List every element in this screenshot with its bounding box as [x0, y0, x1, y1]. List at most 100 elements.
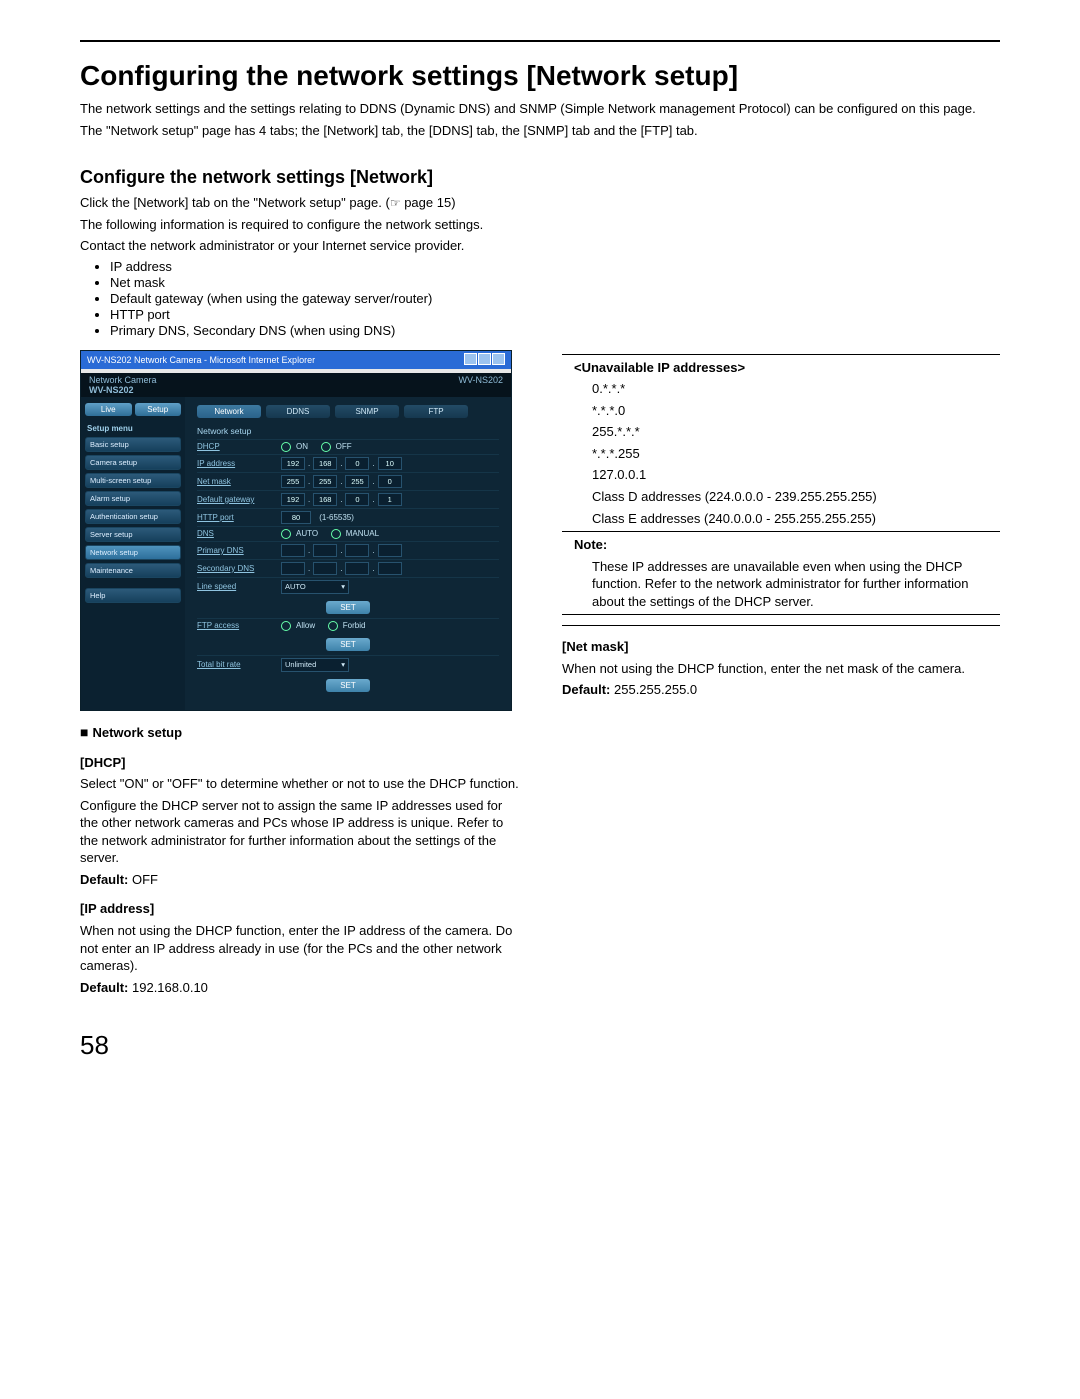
window-title: WV-NS202 Network Camera - Microsoft Inte… [87, 355, 315, 365]
unavailable-heading: <Unavailable IP addresses> [574, 360, 745, 375]
form-section-title: Network setup [197, 426, 499, 436]
bitrate-select[interactable]: Unlimited [281, 658, 349, 672]
tab-ddns[interactable]: DDNS [266, 405, 330, 418]
dns-input[interactable] [378, 544, 402, 557]
tab-ftp[interactable]: FTP [404, 405, 468, 418]
list-item: *.*.*.255 [592, 445, 1000, 463]
http-input[interactable]: 80 [281, 511, 311, 524]
contact-line: Contact the network administrator or you… [80, 237, 1000, 255]
page-title: Configuring the network settings [Networ… [80, 60, 1000, 92]
label-http: HTTP port [197, 513, 281, 522]
set-button[interactable]: SET [326, 638, 370, 651]
label-ip: IP address [197, 459, 281, 468]
page-number: 58 [80, 1030, 1000, 1061]
tab-snmp[interactable]: SNMP [335, 405, 399, 418]
ip-input[interactable]: 192 [281, 457, 305, 470]
set-button[interactable]: SET [326, 601, 370, 614]
http-range: (1-65535) [319, 513, 354, 522]
dns-input[interactable] [313, 544, 337, 557]
gw-input[interactable]: 0 [345, 493, 369, 506]
ip-default: Default: 192.168.0.10 [80, 979, 520, 997]
model-right: WV-NS202 [458, 375, 503, 395]
sidebar-item-network[interactable]: Network setup [85, 545, 181, 560]
ip-text: When not using the DHCP function, enter … [80, 922, 520, 975]
label-bitrate: Total bit rate [197, 660, 281, 669]
dns-input[interactable] [281, 544, 305, 557]
list-item: 255.*.*.* [592, 423, 1000, 441]
speed-select[interactable]: AUTO [281, 580, 349, 594]
gw-input[interactable]: 1 [378, 493, 402, 506]
pointer-icon: ☞ [390, 196, 401, 210]
dns-input[interactable] [378, 562, 402, 575]
label-pdns: Primary DNS [197, 546, 281, 555]
sidebar-tab-setup[interactable]: Setup [135, 403, 182, 416]
click-line: Click the [Network] tab on the "Network … [80, 194, 1000, 212]
set-button[interactable]: SET [326, 679, 370, 692]
dhcp-text: Configure the DHCP server not to assign … [80, 797, 520, 867]
dhcp-default: Default: OFF [80, 871, 520, 889]
ip-input[interactable]: 168 [313, 457, 337, 470]
square-icon: ■ [80, 724, 88, 740]
netmask-default: Default: 255.255.255.0 [562, 681, 1000, 699]
list-item: Default gateway (when using the gateway … [110, 291, 1000, 306]
ip-input[interactable]: 10 [378, 457, 402, 470]
label-sdns: Secondary DNS [197, 564, 281, 573]
brand-model: WV-NS202 [89, 385, 134, 395]
radio-on[interactable] [281, 442, 291, 452]
sidebar-item-camera[interactable]: Camera setup [85, 455, 181, 470]
dhcp-text: Select "ON" or "OFF" to determine whethe… [80, 775, 520, 793]
embedded-screenshot: WV-NS202 Network Camera - Microsoft Inte… [80, 350, 512, 711]
label-mask: Net mask [197, 477, 281, 486]
mask-input[interactable]: 255 [345, 475, 369, 488]
intro-2: The "Network setup" page has 4 tabs; the… [80, 122, 1000, 140]
dhcp-heading: [DHCP] [80, 754, 520, 772]
ip-input[interactable]: 0 [345, 457, 369, 470]
label-dns: DNS [197, 529, 281, 538]
sidebar-item-multiscreen[interactable]: Multi-screen setup [85, 473, 181, 488]
dns-input[interactable] [345, 544, 369, 557]
note-heading: Note: [574, 537, 607, 552]
mask-input[interactable]: 0 [378, 475, 402, 488]
list-item: Class E addresses (240.0.0.0 - 255.255.2… [592, 510, 1000, 528]
radio-allow[interactable] [281, 621, 291, 631]
mask-input[interactable]: 255 [313, 475, 337, 488]
sidebar-item-basic[interactable]: Basic setup [85, 437, 181, 452]
required-list: IP address Net mask Default gateway (whe… [110, 259, 1000, 338]
radio-auto[interactable] [281, 529, 291, 539]
sidebar-item-auth[interactable]: Authentication setup [85, 509, 181, 524]
radio-off[interactable] [321, 442, 331, 452]
list-item: IP address [110, 259, 1000, 274]
list-item: 0.*.*.* [592, 380, 1000, 398]
label-ftp: FTP access [197, 621, 281, 630]
tab-network[interactable]: Network [197, 405, 261, 418]
label-dhcp: DHCP [197, 442, 281, 451]
sidebar-item-server[interactable]: Server setup [85, 527, 181, 542]
netmask-text: When not using the DHCP function, enter … [562, 660, 1000, 678]
list-item: HTTP port [110, 307, 1000, 322]
ip-heading: [IP address] [80, 900, 520, 918]
label-gateway: Default gateway [197, 495, 281, 504]
mask-input[interactable]: 255 [281, 475, 305, 488]
window-buttons [463, 353, 505, 367]
sidebar-item-alarm[interactable]: Alarm setup [85, 491, 181, 506]
list-item: Class D addresses (224.0.0.0 - 239.255.2… [592, 488, 1000, 506]
netmask-heading: [Net mask] [562, 638, 1000, 656]
label-speed: Line speed [197, 582, 281, 591]
list-item: Net mask [110, 275, 1000, 290]
dns-input[interactable] [313, 562, 337, 575]
gw-input[interactable]: 168 [313, 493, 337, 506]
radio-forbid[interactable] [328, 621, 338, 631]
section-heading: Configure the network settings [Network] [80, 167, 1000, 188]
sidebar-item-help[interactable]: Help [85, 588, 181, 603]
brand-text: Network Camera [89, 375, 157, 385]
gw-input[interactable]: 192 [281, 493, 305, 506]
sidebar-item-maintenance[interactable]: Maintenance [85, 563, 181, 578]
list-item: 127.0.0.1 [592, 466, 1000, 484]
note-text: These IP addresses are unavailable even … [592, 558, 1000, 611]
dns-input[interactable] [345, 562, 369, 575]
subsection-heading: ■Network setup [80, 723, 520, 742]
radio-manual[interactable] [331, 529, 341, 539]
sidebar-tab-live[interactable]: Live [85, 403, 132, 416]
list-item: *.*.*.0 [592, 402, 1000, 420]
dns-input[interactable] [281, 562, 305, 575]
